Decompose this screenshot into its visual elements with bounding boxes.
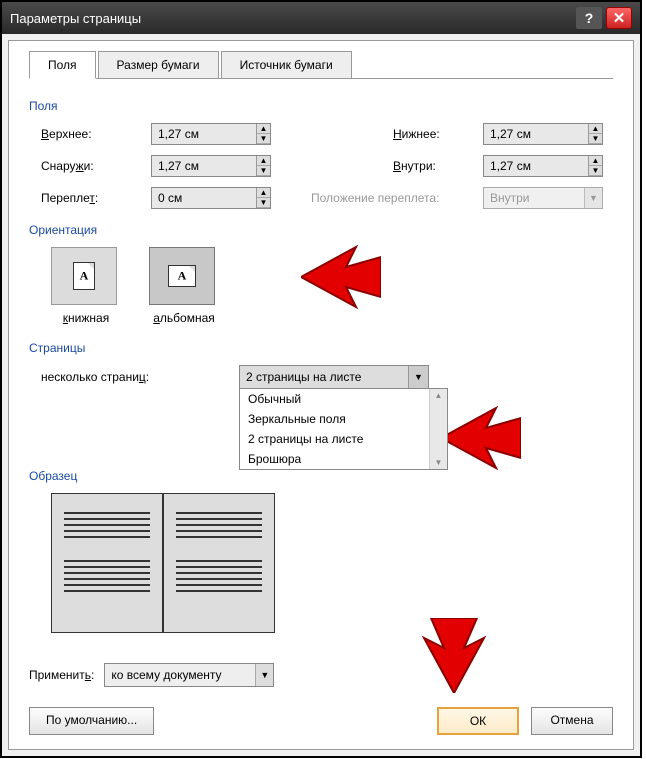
orientation-row: книжная альбомная [51, 247, 613, 325]
label-bottom: Нижнее: [393, 127, 483, 141]
chevron-down-icon: ▼ [408, 366, 428, 388]
help-icon[interactable]: ? [576, 7, 602, 29]
label-gutter: Переплет: [41, 191, 151, 205]
combo-multi-pages-list: Обычный Зеркальные поля 2 страницы на ли… [239, 388, 448, 470]
label-outside: Снаружи: [41, 159, 151, 173]
preview-book-icon [51, 493, 281, 633]
scrollbar[interactable]: ▲▼ [429, 389, 447, 469]
spin-down-icon: ▼ [257, 198, 270, 208]
ok-button[interactable]: ОК [437, 707, 519, 735]
margins-grid: Верхнее: ▲▼ Нижнее: ▲▼ Снаружи: ▲▼ Внутр [41, 123, 613, 209]
spin-down-icon: ▼ [589, 166, 602, 176]
input-bottom[interactable]: ▲▼ [483, 123, 603, 145]
chevron-down-icon: ▼ [584, 188, 602, 208]
label-inside: Внутри: [393, 159, 483, 173]
spin-down-icon: ▼ [257, 166, 270, 176]
page-setup-dialog: Параметры страницы ? ✕ Поля Размер бумаг… [0, 0, 642, 758]
combo-gutter-pos: Внутри ▼ [483, 187, 603, 209]
section-orient-title: Ориентация [29, 223, 613, 237]
spin-up-icon: ▲ [257, 188, 270, 198]
defaults-button[interactable]: По умолчанию... [29, 707, 154, 735]
close-icon[interactable]: ✕ [606, 7, 632, 29]
input-outside[interactable]: ▲▼ [151, 155, 271, 177]
label-top: Верхнее: [41, 127, 151, 141]
combo-apply[interactable]: ко всему документу ▼ [104, 663, 274, 687]
dialog-content: Поля Размер бумаги Источник бумаги Поля … [8, 40, 634, 750]
section-margins-title: Поля [29, 99, 613, 113]
tab-panel: Поля Верхнее: ▲▼ Нижнее: ▲▼ Снаружи: ▲▼ [29, 78, 613, 735]
option-normal[interactable]: Обычный [240, 389, 447, 409]
option-mirror[interactable]: Зеркальные поля [240, 409, 447, 429]
landscape-page-icon [168, 265, 196, 287]
spin-down-icon: ▼ [589, 134, 602, 144]
section-pages-title: Страницы [29, 341, 613, 355]
tab-paper[interactable]: Размер бумаги [98, 51, 219, 79]
spin-up-icon: ▲ [257, 156, 270, 166]
arrow-annotation-icon [419, 618, 489, 693]
tabs: Поля Размер бумаги Источник бумаги [29, 51, 613, 79]
titlebar: Параметры страницы ? ✕ [2, 2, 640, 34]
spin-up-icon: ▲ [257, 124, 270, 134]
orient-landscape[interactable]: альбомная [149, 247, 219, 325]
input-inside[interactable]: ▲▼ [483, 155, 603, 177]
section-preview-title: Образец [29, 469, 613, 483]
input-top[interactable]: ▲▼ [151, 123, 271, 145]
preview-area [51, 493, 281, 643]
orient-portrait[interactable]: книжная [51, 247, 121, 325]
tab-source[interactable]: Источник бумаги [221, 51, 352, 79]
spin-up-icon: ▲ [589, 156, 602, 166]
footer-buttons: По умолчанию... ОК Отмена [29, 707, 613, 735]
tab-margins[interactable]: Поля [29, 51, 96, 79]
arrow-annotation-icon [301, 242, 381, 312]
apply-row: Применить: ко всему документу ▼ [29, 663, 613, 687]
input-gutter[interactable]: ▲▼ [151, 187, 271, 209]
chevron-down-icon: ▼ [255, 664, 273, 686]
pages-row: несколько страниц: 2 страницы на листе ▼… [41, 365, 613, 389]
label-gutter-pos: Положение переплета: [281, 191, 483, 205]
window-title: Параметры страницы [10, 11, 141, 26]
arrow-annotation-icon [441, 403, 521, 473]
portrait-page-icon [73, 262, 95, 290]
option-2pages[interactable]: 2 страницы на листе [240, 429, 447, 449]
spin-down-icon: ▼ [257, 134, 270, 144]
label-multi-pages: несколько страниц: [41, 370, 221, 384]
label-apply: Применить: [29, 668, 94, 682]
combo-multi-pages[interactable]: 2 страницы на листе ▼ [239, 365, 429, 389]
cancel-button[interactable]: Отмена [531, 707, 613, 735]
option-booklet[interactable]: Брошюра [240, 449, 447, 469]
spin-up-icon: ▲ [589, 124, 602, 134]
